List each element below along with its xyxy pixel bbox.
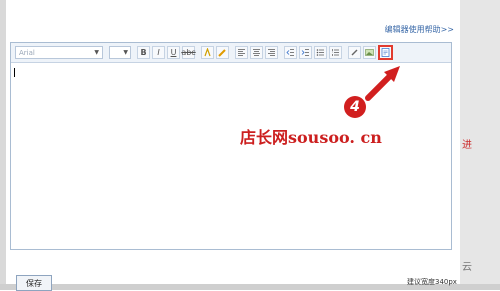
outdent-icon[interactable] [284, 46, 297, 59]
save-button[interactable]: 保存 [16, 275, 52, 291]
numbered-list-icon[interactable] [329, 46, 342, 59]
text-cursor [14, 68, 15, 77]
edge-red-text: 进 [462, 140, 472, 151]
strikethrough-button[interactable]: abc [181, 46, 196, 59]
bold-button[interactable]: B [137, 46, 150, 59]
chevron-down-icon: ▼ [94, 49, 99, 56]
align-left-icon[interactable] [235, 46, 248, 59]
font-family-value: Arial [19, 48, 35, 57]
highlight-pen-icon[interactable] [216, 46, 229, 59]
underline-button[interactable]: U [167, 46, 180, 59]
width-hint: 建议宽度340px [407, 278, 457, 286]
site-watermark: 店长网sousoo. cn [240, 128, 382, 147]
bullet-list-icon[interactable] [314, 46, 327, 59]
align-center-icon[interactable] [250, 46, 263, 59]
align-right-icon[interactable] [265, 46, 278, 59]
font-size-select[interactable]: ▼ [109, 46, 131, 59]
font-family-select[interactable]: Arial ▼ [15, 46, 103, 59]
chevron-down-icon: ▼ [123, 49, 128, 56]
indent-icon[interactable] [299, 46, 312, 59]
editor-help-link[interactable]: 编辑器使用帮助>> [385, 24, 454, 35]
link-icon[interactable] [348, 46, 361, 59]
italic-button[interactable]: I [152, 46, 165, 59]
annotation-arrow-icon [365, 66, 400, 101]
page-edge-right: 进 云 [460, 0, 500, 290]
edge-grey-text: 云 [462, 262, 472, 273]
text-color-icon[interactable] [201, 46, 214, 59]
